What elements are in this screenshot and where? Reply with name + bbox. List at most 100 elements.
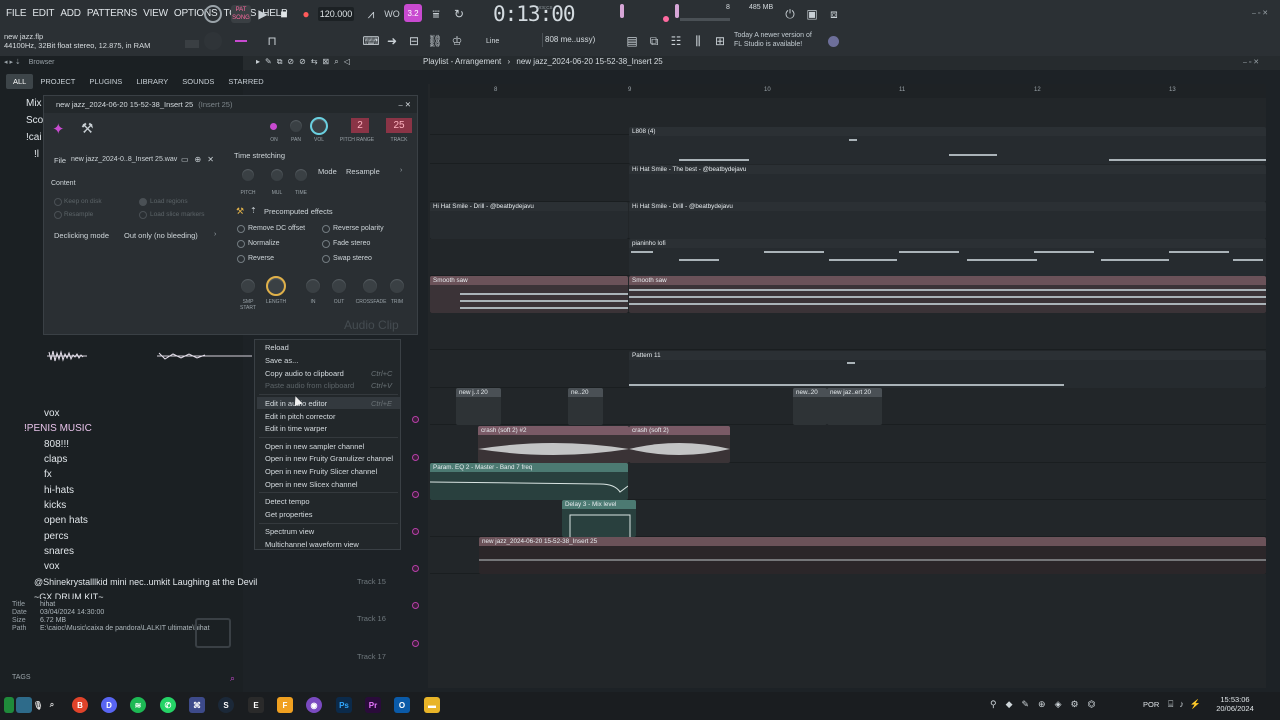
tree-item-percs[interactable]: percs: [44, 529, 68, 544]
pitch-range-value[interactable]: 2: [351, 118, 369, 133]
browser-arrows-icon[interactable]: ◂ ▸ ⇣: [4, 59, 21, 66]
wrench-icon[interactable]: ⚒: [81, 120, 94, 137]
system-tray-icons[interactable]: ⚲◆✎⊕◈⚙⏣: [990, 699, 1104, 710]
clip-hihat-best[interactable]: Hi Hat Smile - The best - @beatbydejavu: [629, 165, 1266, 202]
menu-item-reload[interactable]: Reload: [265, 343, 289, 352]
tree-item-scores[interactable]: Sco: [26, 113, 43, 128]
menu-item-get-properties[interactable]: Get properties: [265, 510, 313, 519]
menu-item-multichannel-view[interactable]: Multichannel waveform view: [265, 540, 359, 549]
clip-new-jazz-insert-25[interactable]: new jazz_2024-06-20 15-52-38_Insert 25: [479, 537, 1266, 574]
online-news-icon[interactable]: [828, 36, 839, 47]
window-controls[interactable]: – ▫ ✕: [1252, 9, 1268, 17]
clip-crash-soft-2-2[interactable]: crash (soft 2) #2: [478, 426, 629, 463]
normalize-checkbox[interactable]: [237, 240, 245, 248]
menu-item-spectrum-view[interactable]: Spectrum view: [265, 527, 314, 536]
tempo-display[interactable]: 120.000: [318, 7, 354, 21]
file-explorer-icon[interactable]: ▬: [424, 697, 440, 713]
tab-library[interactable]: LIBRARY: [129, 74, 175, 89]
clip-waveform-preview[interactable]: [47, 349, 257, 363]
pan-slider[interactable]: [185, 40, 199, 48]
record-icon[interactable]: ●: [297, 5, 315, 23]
brave-browser-icon[interactable]: B: [72, 697, 88, 713]
timeline-ruler[interactable]: 8 9 10 11 12 13: [430, 84, 1266, 98]
track-label-17[interactable]: Track 17: [357, 652, 386, 661]
menu-item-new-slicer[interactable]: Open in new Fruity Slicer channel: [265, 467, 377, 476]
plugin-picker-icon[interactable]: ⧈: [825, 5, 843, 23]
menu-item-save-as[interactable]: Save as...: [265, 356, 298, 365]
clip-audio-new-jt20[interactable]: new j..t 20: [456, 388, 501, 425]
undo-history-icon[interactable]: ⏻: [781, 5, 799, 23]
clip-crash-soft-2[interactable]: crash (soft 2): [629, 426, 730, 463]
declicking-selector[interactable]: Out only (no bleeding): [124, 231, 198, 240]
typing-keyboard-icon[interactable]: ⊟: [405, 32, 423, 50]
menu-add[interactable]: ADD: [60, 8, 81, 19]
preset-selector[interactable]: 808 me..ussy): [542, 33, 614, 47]
premiere-icon[interactable]: Pr: [365, 697, 381, 713]
tree-item-shinekrystal[interactable]: @Shinekrystalllkid mini nec..umkit Laugh…: [34, 575, 257, 590]
song-time-display[interactable]: 0:13:00: [493, 2, 576, 26]
fl-studio-icon[interactable]: F: [277, 697, 293, 713]
clip-hihat-drill-2[interactable]: Hi Hat Smile - Drill - @beatbydejavu: [629, 202, 1266, 239]
pan-knob[interactable]: [289, 119, 303, 133]
pitch-knob[interactable]: [241, 168, 255, 182]
close-icon[interactable]: – ✕: [398, 96, 411, 113]
mute-button[interactable]: [412, 565, 419, 572]
master-pitch-knob[interactable]: [663, 16, 669, 22]
chevron-right-icon[interactable]: ›: [214, 231, 216, 238]
mode-selector[interactable]: Resample: [346, 167, 380, 176]
up-arrow-icon[interactable]: ⇡: [250, 206, 257, 215]
arrow-right-icon[interactable]: ➜: [383, 32, 401, 50]
app-purple-icon[interactable]: ◉: [306, 697, 322, 713]
mute-button[interactable]: [412, 416, 419, 423]
clip-l808[interactable]: L808 (4): [629, 127, 1266, 164]
browser-toggle-icon[interactable]: ⊞: [711, 32, 729, 50]
countdown-icon[interactable]: 3.2: [404, 4, 422, 22]
link-icon[interactable]: ⛓: [426, 32, 444, 50]
pat-song-indicator-icon[interactable]: [204, 5, 222, 23]
waveform-tab-icon[interactable]: ✦: [52, 120, 65, 138]
menu-item-new-granulizer[interactable]: Open in new Fruity Granulizer channel: [265, 454, 393, 463]
tree-item-folder[interactable]: !l: [34, 147, 39, 162]
mute-button[interactable]: [412, 454, 419, 461]
master-volume-slider[interactable]: [620, 4, 624, 18]
search-icon[interactable]: ⌕: [44, 697, 60, 713]
menu-item-new-sampler[interactable]: Open in new sampler channel: [265, 442, 364, 451]
tree-item-hihats[interactable]: hi-hats: [44, 483, 74, 498]
network-volume-icons[interactable]: ⌸♪⚡: [1168, 699, 1207, 710]
snap-selector[interactable]: Line: [470, 36, 530, 48]
tree-item-mix[interactable]: Mix: [26, 96, 42, 111]
tab-plugins[interactable]: PLUGINS: [82, 74, 129, 89]
metronome-icon[interactable]: ⩘: [362, 5, 380, 23]
reverse-polarity-checkbox[interactable]: [322, 225, 330, 233]
track-label-16[interactable]: Track 16: [357, 614, 386, 623]
whatsapp-icon[interactable]: ✆: [160, 697, 176, 713]
tree-item-gx-drum-kit[interactable]: ~GX DRUM KIT~: [34, 590, 104, 599]
out-knob[interactable]: [331, 278, 347, 294]
news-panel[interactable]: Today A newer version of FL Studio is av…: [734, 31, 812, 49]
search-icon[interactable]: ⌕: [230, 673, 235, 684]
load-slice-markers-checkbox[interactable]: [139, 211, 147, 219]
step-edit-icon[interactable]: ⩸: [427, 5, 445, 23]
track-row[interactable]: [430, 313, 1266, 350]
menu-file[interactable]: FILE: [6, 8, 27, 19]
menu-item-pitch-corrector[interactable]: Edit in pitch corrector: [265, 412, 335, 421]
chevron-right-icon[interactable]: ›: [400, 167, 402, 174]
wait-input-icon[interactable]: WO: [383, 5, 401, 23]
gamepad-icon[interactable]: ⌘: [189, 697, 205, 713]
discord-icon[interactable]: D: [101, 697, 117, 713]
language-indicator[interactable]: POR: [1143, 700, 1159, 709]
tree-item-808[interactable]: 808!!!: [44, 437, 69, 452]
in-knob[interactable]: [305, 278, 321, 294]
tree-item-snares[interactable]: snares: [44, 544, 74, 559]
mixer-icon[interactable]: ⫼: [689, 32, 707, 50]
tree-item-fx[interactable]: fx: [44, 467, 52, 482]
volume-knob[interactable]: [310, 117, 328, 135]
tree-item-open-hats[interactable]: open hats: [44, 513, 88, 528]
clip-smooth-saw-1[interactable]: Smooth saw: [430, 276, 628, 313]
wrench-icon[interactable]: ⚒: [236, 206, 244, 217]
tree-item-kicks[interactable]: kicks: [44, 498, 66, 513]
mute-button[interactable]: [412, 491, 419, 498]
file-name[interactable]: new jazz_2024-0..8_Insert 25.wav: [71, 156, 177, 163]
menu-edit[interactable]: EDIT: [32, 8, 54, 19]
swap-stereo-checkbox[interactable]: [322, 255, 330, 263]
